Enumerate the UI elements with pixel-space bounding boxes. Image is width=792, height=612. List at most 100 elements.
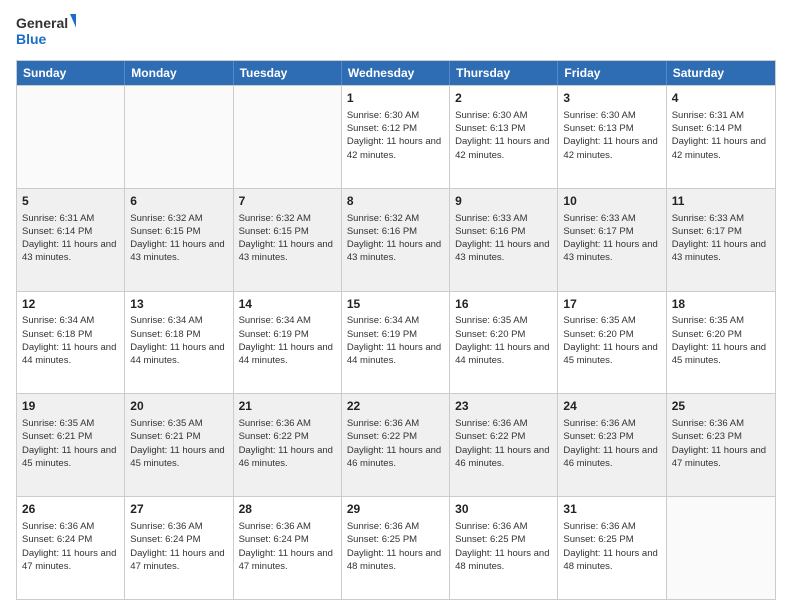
sunrise-text: Sunrise: 6:36 AM bbox=[22, 521, 94, 532]
day-number: 12 bbox=[22, 296, 119, 313]
sunrise-text: Sunrise: 6:32 AM bbox=[130, 213, 202, 224]
daylight-text: Daylight: 11 hours and 46 minutes. bbox=[347, 445, 441, 469]
daylight-text: Daylight: 11 hours and 43 minutes. bbox=[563, 239, 657, 263]
sunrise-text: Sunrise: 6:36 AM bbox=[239, 418, 311, 429]
daylight-text: Daylight: 11 hours and 47 minutes. bbox=[130, 548, 224, 572]
cal-cell-2-5: 17 Sunrise: 6:35 AM Sunset: 6:20 PM Dayl… bbox=[558, 292, 666, 394]
sunrise-text: Sunrise: 6:31 AM bbox=[672, 110, 744, 121]
calendar-header-row: SundayMondayTuesdayWednesdayThursdayFrid… bbox=[17, 61, 775, 85]
day-number: 29 bbox=[347, 501, 444, 518]
calendar-body: 1 Sunrise: 6:30 AM Sunset: 6:12 PM Dayli… bbox=[17, 85, 775, 599]
day-number: 31 bbox=[563, 501, 660, 518]
header-day-tuesday: Tuesday bbox=[234, 61, 342, 85]
day-number: 28 bbox=[239, 501, 336, 518]
sunset-text: Sunset: 6:14 PM bbox=[672, 123, 742, 134]
day-number: 17 bbox=[563, 296, 660, 313]
day-number: 23 bbox=[455, 398, 552, 415]
cal-cell-2-0: 12 Sunrise: 6:34 AM Sunset: 6:18 PM Dayl… bbox=[17, 292, 125, 394]
sunset-text: Sunset: 6:15 PM bbox=[239, 226, 309, 237]
sunset-text: Sunset: 6:21 PM bbox=[130, 431, 200, 442]
cal-cell-4-4: 30 Sunrise: 6:36 AM Sunset: 6:25 PM Dayl… bbox=[450, 497, 558, 599]
sunset-text: Sunset: 6:17 PM bbox=[563, 226, 633, 237]
sunrise-text: Sunrise: 6:32 AM bbox=[239, 213, 311, 224]
daylight-text: Daylight: 11 hours and 43 minutes. bbox=[130, 239, 224, 263]
cal-cell-0-0 bbox=[17, 86, 125, 188]
daylight-text: Daylight: 11 hours and 44 minutes. bbox=[347, 342, 441, 366]
daylight-text: Daylight: 11 hours and 43 minutes. bbox=[455, 239, 549, 263]
logo-svg: General Blue bbox=[16, 12, 76, 52]
sunset-text: Sunset: 6:25 PM bbox=[563, 534, 633, 545]
day-number: 6 bbox=[130, 193, 227, 210]
cal-cell-2-4: 16 Sunrise: 6:35 AM Sunset: 6:20 PM Dayl… bbox=[450, 292, 558, 394]
week-row-5: 26 Sunrise: 6:36 AM Sunset: 6:24 PM Dayl… bbox=[17, 496, 775, 599]
day-number: 24 bbox=[563, 398, 660, 415]
sunset-text: Sunset: 6:18 PM bbox=[22, 329, 92, 340]
sunset-text: Sunset: 6:19 PM bbox=[347, 329, 417, 340]
sunset-text: Sunset: 6:24 PM bbox=[130, 534, 200, 545]
sunset-text: Sunset: 6:14 PM bbox=[22, 226, 92, 237]
sunrise-text: Sunrise: 6:30 AM bbox=[347, 110, 419, 121]
sunrise-text: Sunrise: 6:31 AM bbox=[22, 213, 94, 224]
sunrise-text: Sunrise: 6:36 AM bbox=[347, 418, 419, 429]
day-number: 15 bbox=[347, 296, 444, 313]
cal-cell-4-6 bbox=[667, 497, 775, 599]
sunset-text: Sunset: 6:23 PM bbox=[672, 431, 742, 442]
sunset-text: Sunset: 6:13 PM bbox=[455, 123, 525, 134]
daylight-text: Daylight: 11 hours and 46 minutes. bbox=[239, 445, 333, 469]
header-day-monday: Monday bbox=[125, 61, 233, 85]
daylight-text: Daylight: 11 hours and 48 minutes. bbox=[347, 548, 441, 572]
cal-cell-1-5: 10 Sunrise: 6:33 AM Sunset: 6:17 PM Dayl… bbox=[558, 189, 666, 291]
cal-cell-3-5: 24 Sunrise: 6:36 AM Sunset: 6:23 PM Dayl… bbox=[558, 394, 666, 496]
calendar: SundayMondayTuesdayWednesdayThursdayFrid… bbox=[16, 60, 776, 600]
day-number: 9 bbox=[455, 193, 552, 210]
cal-cell-1-3: 8 Sunrise: 6:32 AM Sunset: 6:16 PM Dayli… bbox=[342, 189, 450, 291]
day-number: 8 bbox=[347, 193, 444, 210]
sunset-text: Sunset: 6:22 PM bbox=[455, 431, 525, 442]
day-number: 18 bbox=[672, 296, 770, 313]
sunset-text: Sunset: 6:13 PM bbox=[563, 123, 633, 134]
daylight-text: Daylight: 11 hours and 43 minutes. bbox=[239, 239, 333, 263]
cal-cell-4-5: 31 Sunrise: 6:36 AM Sunset: 6:25 PM Dayl… bbox=[558, 497, 666, 599]
cal-cell-0-3: 1 Sunrise: 6:30 AM Sunset: 6:12 PM Dayli… bbox=[342, 86, 450, 188]
day-number: 7 bbox=[239, 193, 336, 210]
daylight-text: Daylight: 11 hours and 42 minutes. bbox=[455, 136, 549, 160]
cal-cell-2-6: 18 Sunrise: 6:35 AM Sunset: 6:20 PM Dayl… bbox=[667, 292, 775, 394]
daylight-text: Daylight: 11 hours and 44 minutes. bbox=[455, 342, 549, 366]
daylight-text: Daylight: 11 hours and 47 minutes. bbox=[22, 548, 116, 572]
cal-cell-2-2: 14 Sunrise: 6:34 AM Sunset: 6:19 PM Dayl… bbox=[234, 292, 342, 394]
cal-cell-4-3: 29 Sunrise: 6:36 AM Sunset: 6:25 PM Dayl… bbox=[342, 497, 450, 599]
daylight-text: Daylight: 11 hours and 42 minutes. bbox=[347, 136, 441, 160]
cal-cell-0-6: 4 Sunrise: 6:31 AM Sunset: 6:14 PM Dayli… bbox=[667, 86, 775, 188]
sunrise-text: Sunrise: 6:36 AM bbox=[563, 521, 635, 532]
daylight-text: Daylight: 11 hours and 48 minutes. bbox=[563, 548, 657, 572]
sunset-text: Sunset: 6:16 PM bbox=[455, 226, 525, 237]
sunrise-text: Sunrise: 6:33 AM bbox=[455, 213, 527, 224]
daylight-text: Daylight: 11 hours and 45 minutes. bbox=[22, 445, 116, 469]
sunset-text: Sunset: 6:19 PM bbox=[239, 329, 309, 340]
sunrise-text: Sunrise: 6:34 AM bbox=[130, 315, 202, 326]
cal-cell-4-1: 27 Sunrise: 6:36 AM Sunset: 6:24 PM Dayl… bbox=[125, 497, 233, 599]
week-row-3: 12 Sunrise: 6:34 AM Sunset: 6:18 PM Dayl… bbox=[17, 291, 775, 394]
header-day-friday: Friday bbox=[558, 61, 666, 85]
sunrise-text: Sunrise: 6:30 AM bbox=[563, 110, 635, 121]
day-number: 14 bbox=[239, 296, 336, 313]
daylight-text: Daylight: 11 hours and 45 minutes. bbox=[563, 342, 657, 366]
day-number: 22 bbox=[347, 398, 444, 415]
svg-text:Blue: Blue bbox=[16, 31, 47, 47]
sunrise-text: Sunrise: 6:35 AM bbox=[672, 315, 744, 326]
daylight-text: Daylight: 11 hours and 47 minutes. bbox=[239, 548, 333, 572]
daylight-text: Daylight: 11 hours and 46 minutes. bbox=[563, 445, 657, 469]
svg-text:General: General bbox=[16, 15, 68, 31]
cal-cell-4-2: 28 Sunrise: 6:36 AM Sunset: 6:24 PM Dayl… bbox=[234, 497, 342, 599]
daylight-text: Daylight: 11 hours and 43 minutes. bbox=[672, 239, 766, 263]
week-row-1: 1 Sunrise: 6:30 AM Sunset: 6:12 PM Dayli… bbox=[17, 85, 775, 188]
day-number: 13 bbox=[130, 296, 227, 313]
cal-cell-2-3: 15 Sunrise: 6:34 AM Sunset: 6:19 PM Dayl… bbox=[342, 292, 450, 394]
day-number: 26 bbox=[22, 501, 119, 518]
week-row-2: 5 Sunrise: 6:31 AM Sunset: 6:14 PM Dayli… bbox=[17, 188, 775, 291]
sunrise-text: Sunrise: 6:35 AM bbox=[130, 418, 202, 429]
cal-cell-1-1: 6 Sunrise: 6:32 AM Sunset: 6:15 PM Dayli… bbox=[125, 189, 233, 291]
sunrise-text: Sunrise: 6:36 AM bbox=[130, 521, 202, 532]
header-day-wednesday: Wednesday bbox=[342, 61, 450, 85]
sunrise-text: Sunrise: 6:36 AM bbox=[672, 418, 744, 429]
